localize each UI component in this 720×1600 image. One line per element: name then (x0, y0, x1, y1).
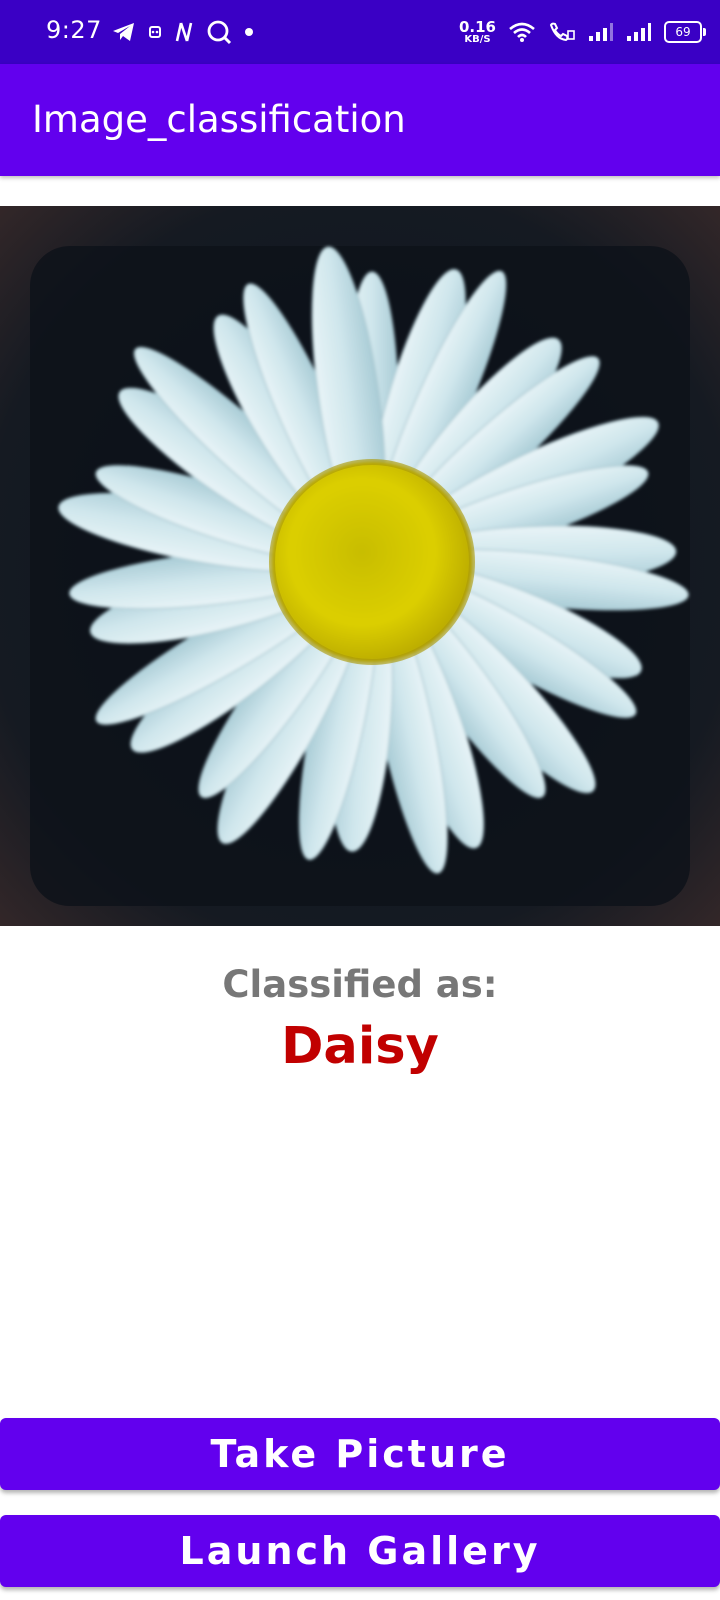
battery-icon: 69 (664, 21, 706, 43)
app-title: Image_classification (32, 98, 406, 141)
search-app-icon (207, 20, 232, 45)
system-status-icons: 0.16 KB/S 69 (458, 14, 706, 50)
n-app-icon (175, 22, 193, 42)
signal-icon (589, 23, 613, 41)
notification-icon (149, 26, 161, 38)
classification-result: Daisy (281, 1017, 439, 1076)
classified-image (0, 206, 720, 926)
daisy-photo (0, 206, 720, 926)
app-bar: Image_classification (0, 64, 720, 176)
launch-gallery-button[interactable]: Launch Gallery (0, 1515, 720, 1587)
signal-icon (627, 23, 651, 41)
status-time: 9:27 (46, 16, 102, 44)
status-bar: 9:27 0.16 KB/S 69 (0, 0, 720, 64)
wifi-icon (509, 22, 535, 42)
classification-caption: Classified as: (222, 963, 498, 1006)
notification-icons (112, 18, 254, 46)
telegram-icon (113, 23, 134, 41)
volte-call-icon (549, 22, 575, 42)
take-picture-button[interactable]: Take Picture (0, 1418, 720, 1490)
network-speed: 0.16 KB/S (458, 17, 496, 45)
dot-icon (245, 28, 253, 36)
